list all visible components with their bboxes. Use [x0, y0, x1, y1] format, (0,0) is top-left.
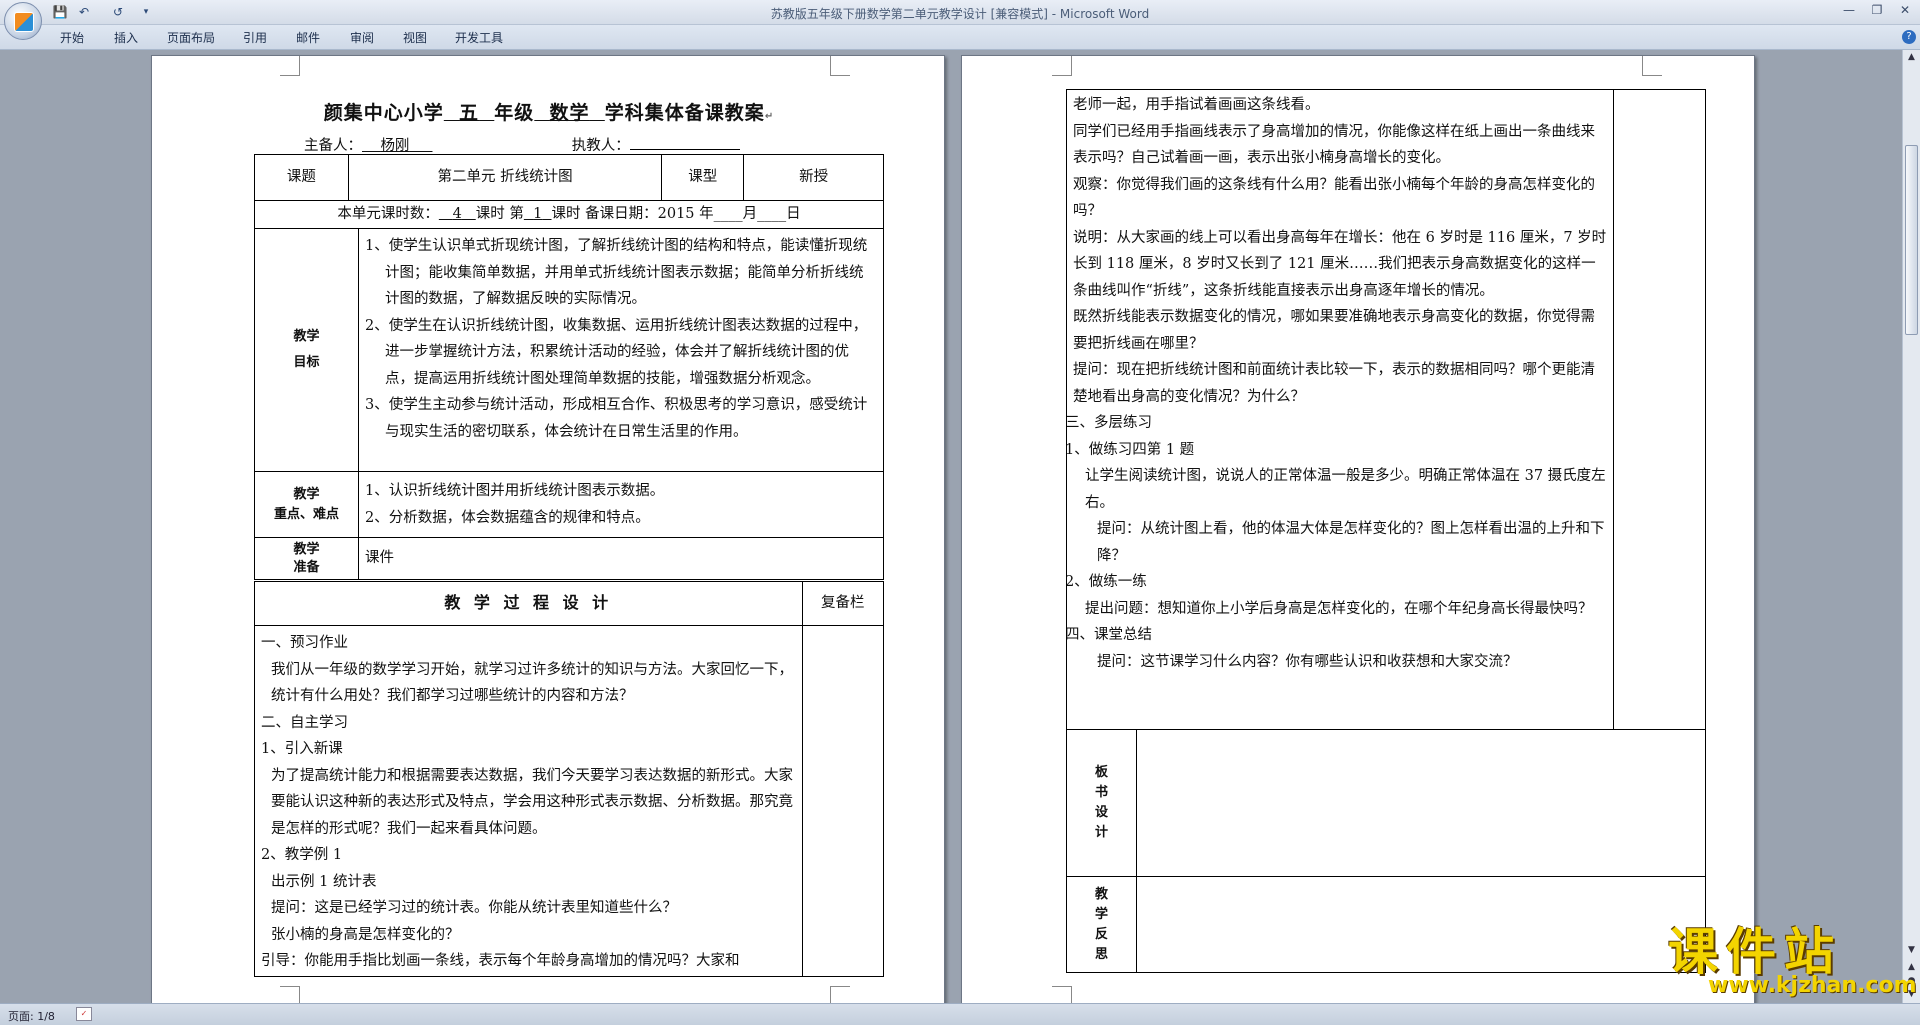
goals-label: 教学 目标 [254, 228, 359, 472]
process-content-continued: 老师一起，用手指试着画画这条线看。 同学们已经用手指画线表示了身高增加的情况，你… [1065, 89, 1615, 730]
process-line: 2、做练一练 [1066, 574, 1147, 590]
board-content[interactable] [1136, 729, 1706, 877]
prep-content: 课件 [358, 537, 884, 580]
tab-page-layout[interactable]: 页面布局 [167, 29, 215, 46]
site-watermark: 课件站 www.kjzhan.com [1668, 923, 1917, 998]
status-bar: 页面: 1/8 ✓ [0, 1003, 1920, 1025]
type-label: 课型 [661, 154, 745, 201]
reflect-label: 教学反思 [1066, 876, 1137, 973]
key-content: 1、认识折线统计图并用折线统计图表示数据。 2、分析数据，体会数据蕴含的规律和特… [358, 471, 884, 538]
process-line: 老师一起，用手指试着画画这条线看。 [1073, 97, 1320, 113]
crop-mark [1052, 56, 1072, 76]
review-column [801, 625, 885, 977]
hours-row: 本单元课时数： 4 课时 第 1 课时 备课日期：2015 年____月____… [254, 200, 884, 229]
close-icon[interactable]: ✕ [1892, 1, 1918, 19]
minimize-icon[interactable]: — [1836, 1, 1862, 19]
title-bar: 💾 ↶ ↺ ▾ 苏教版五年级下册数学第二单元教学设计 [兼容模式] - Micr… [0, 0, 1920, 25]
proofing-icon[interactable]: ✓ [76, 1007, 92, 1021]
goals-content: 1、使学生认识单式折现统计图，了解折线统计图的结构和特点，能读懂折现统计图；能收… [358, 228, 884, 472]
process-line: 我们从一年级的数学学习开始，就学习过许多统计的知识与方法。大家回忆一下，统计有什… [271, 661, 793, 705]
preparer-line: 主备人： 杨刚 执教人： [304, 134, 740, 155]
process-table: 教 学 过 程 设 计 复备栏 一、预习作业 我们从一年级的数学学习开始，就学习… [254, 581, 885, 977]
process-line: 提问：这节课学习什么内容？你有哪些认识和收获想和大家交流？ [1097, 653, 1518, 670]
board-reflect-table: 板书设计 教学反思 [1066, 729, 1706, 973]
key-item: 2、分析数据，体会数据蕴含的规律和特点。 [365, 509, 650, 526]
process-line: 说明：从大家画的线上可以看出身高每年在增长：他在 6 岁时是 116 厘米，7 … [1073, 229, 1607, 299]
tab-view[interactable]: 视图 [403, 29, 427, 46]
process-line: 二、自主学习 [261, 714, 348, 731]
process-line: 1、做练习四第 1 题 [1066, 441, 1195, 458]
page-indicator[interactable]: 页面: 1/8 [8, 1008, 55, 1024]
topic-label: 课题 [254, 154, 349, 201]
process-line: 同学们已经用手指画线表示了身高增加的情况，你能像这样在纸上画出一条曲线来表示吗？… [1073, 123, 1595, 167]
process-line: 出示例 1 统计表 [271, 873, 377, 890]
goals-table: 教学 目标 1、使学生认识单式折现统计图，了解折线统计图的结构和特点，能读懂折现统… [254, 228, 884, 580]
process-line: 让学生阅读统计图，说说人的正常体温一般是多少。明确正常体温在 37 摄氏度左右。 [1085, 468, 1606, 511]
process-line: 提出问题：想知道你上小学后身高是怎样变化的，在哪个年纪身高长得最快吗？ [1085, 600, 1593, 617]
preparer-name: 杨刚 [380, 138, 410, 154]
school-name: 颜集中心小学 [323, 102, 444, 124]
key-item: 1、认识折线统计图并用折线统计图表示数据。 [365, 483, 665, 499]
key-label: 教学 重点、难点 [254, 471, 359, 538]
subject-value: 数学 [549, 102, 590, 124]
tab-developer[interactable]: 开发工具 [455, 29, 503, 46]
goal-item: 2、使学生在认识折线统计图，收集数据、运用折线统计图表达数据的过程中，进一步掌握… [365, 317, 868, 387]
ribbon-tab-row: 开始 插入 页面布局 引用 邮件 审阅 视图 开发工具 ? [0, 25, 1920, 50]
process-line: 四、课堂总结 [1066, 627, 1152, 643]
restore-icon[interactable]: ❐ [1864, 1, 1890, 19]
process-content: 一、预习作业 我们从一年级的数学学习开始，就学习过许多统计的知识与方法。大家回忆… [254, 625, 803, 977]
review-label: 复备栏 [801, 581, 885, 626]
office-button[interactable] [4, 2, 42, 40]
tab-home[interactable]: 开始 [60, 29, 84, 46]
process-line: 提问：这是已经学习过的统计表。你能从统计表里知道些什么？ [271, 900, 677, 916]
process-line: 观察：你觉得我们画的这条线有什么用？能看出张小楠每个年龄的身高怎样变化的吗？ [1073, 176, 1595, 220]
grade-suffix: 年级 [494, 102, 535, 124]
process-line: 三、多层练习 [1066, 415, 1152, 431]
review-column-continued [1613, 89, 1706, 730]
teacher-name [629, 134, 740, 150]
process-line: 既然折线能表示数据变化的情况，哪如果要准确地表示身高变化的数据，你觉得需要把折线… [1073, 309, 1595, 352]
prep-label: 教学 准备 [254, 537, 359, 580]
crop-mark [830, 56, 850, 76]
window-title: 苏教版五年级下册数学第二单元教学设计 [兼容模式] - Microsoft Wo… [770, 7, 1150, 21]
lesson-plan-title: 颜集中心小学 五 年级 数学 学科集体备课教案↵ [323, 102, 775, 124]
process-line: 提问：从统计图上看，他的体温大体是怎样变化的？图上怎样看出温的上升和下降？ [1097, 521, 1605, 564]
crop-mark [280, 56, 300, 76]
goal-item: 1、使学生认识单式折现统计图，了解折线统计图的结构和特点，能读懂折现统计图；能收… [365, 238, 868, 307]
process-line: 为了提高统计能力和根据需要表达数据，我们今天要学习表达数据的新形式。大家要能认识… [271, 767, 793, 837]
process-line: 1、引入新课 [261, 741, 343, 757]
document-page-1[interactable]: 颜集中心小学 五 年级 数学 学科集体备课教案↵ 主备人： 杨刚 执教人： 课题… [151, 55, 945, 1006]
process-table-continued: 老师一起，用手指试着画画这条线看。 同学们已经用手指画线表示了身高增加的情况，你… [1065, 89, 1706, 730]
document-page-2[interactable]: 老师一起，用手指试着画画这条线看。 同学们已经用手指画线表示了身高增加的情况，你… [961, 55, 1755, 1006]
tab-insert[interactable]: 插入 [114, 29, 138, 46]
reflect-content[interactable] [1136, 876, 1706, 973]
scroll-thumb[interactable] [1905, 145, 1918, 335]
goal-item: 3、使学生主动参与统计活动，形成相互合作、积极思考的学习意识，感受统计与现实生活… [365, 397, 868, 440]
process-line: 2、教学例 1 [261, 847, 343, 863]
type-value: 新授 [743, 154, 884, 201]
tab-references[interactable]: 引用 [243, 29, 267, 46]
scroll-up-icon[interactable]: ▲ [1905, 52, 1918, 66]
office-logo-icon [14, 12, 34, 32]
lesson-plan-table: 课题 第二单元 折线统计图 课型 新授 本单元课时数： 4 课时 第 1 课时 … [254, 154, 884, 229]
process-title: 教 学 过 程 设 计 [254, 581, 803, 626]
process-line: 引导：你能用手指比划画一条线，表示每个年龄身高增加的情况吗？大家和 [261, 953, 740, 969]
tab-mailings[interactable]: 邮件 [296, 29, 320, 46]
crop-mark [1642, 56, 1662, 76]
process-line: 一、预习作业 [261, 635, 348, 651]
vertical-scrollbar[interactable]: ▲ ▼ ▲ ● ▼ [1902, 50, 1920, 1003]
title-suffix: 学科集体备课教案 [604, 102, 765, 124]
process-line: 提问：现在把折线统计图和前面统计表比较一下，表示的数据相同吗？哪个更能清楚地看出… [1073, 362, 1595, 405]
topic-value: 第二单元 折线统计图 [347, 154, 663, 201]
help-icon[interactable]: ? [1902, 30, 1916, 44]
board-label: 板书设计 [1066, 729, 1137, 877]
grade-value: 五 [459, 102, 480, 124]
process-line: 张小楠的身高是怎样变化的？ [271, 926, 460, 943]
tab-review[interactable]: 审阅 [350, 29, 374, 46]
